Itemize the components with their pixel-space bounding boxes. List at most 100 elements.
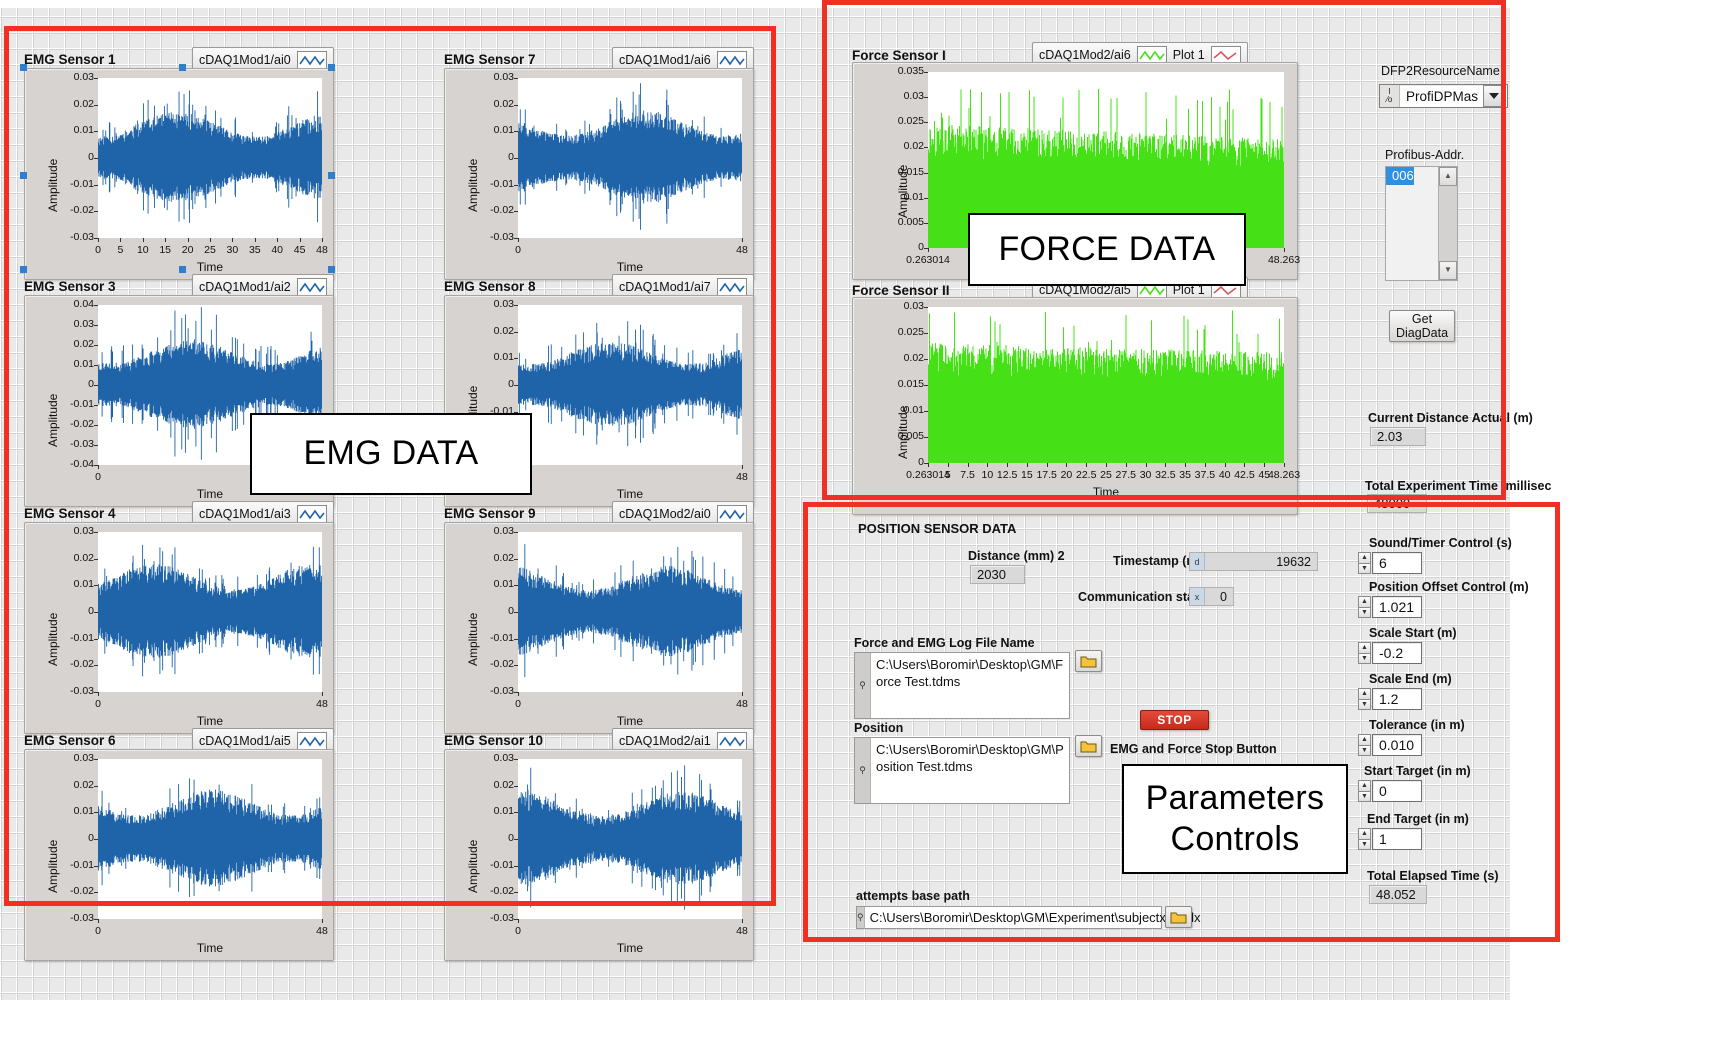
y-tick-label: 0.02 <box>493 551 514 564</box>
y-tick-label: -0.03 <box>70 231 94 243</box>
spin-up-icon[interactable]: ▲ <box>1358 552 1371 563</box>
plot-style-icon[interactable] <box>296 50 327 70</box>
x-tick-label: 25 <box>204 244 216 256</box>
plot-style-icon[interactable] <box>716 731 747 751</box>
position-file-path[interactable]: ⚲ C:\Users\Boromir\Desktop\GM\Position T… <box>854 737 1070 804</box>
force-log-file-value[interactable]: C:\Users\Boromir\Desktop\GM\Force Test.t… <box>871 653 1069 718</box>
y-tick-label: 0.03 <box>73 525 94 537</box>
get-diagdata-button[interactable]: Get DiagData <box>1389 310 1455 342</box>
spin-up-icon[interactable]: ▲ <box>1358 780 1371 791</box>
param-input-4[interactable]: 0.010 <box>1372 734 1422 756</box>
param-spinner-4[interactable]: ▲ ▼ <box>1358 734 1371 756</box>
browse-position-file-icon[interactable] <box>1075 735 1102 757</box>
selection-handle[interactable] <box>20 172 27 179</box>
spin-up-icon[interactable]: ▲ <box>1358 734 1371 745</box>
spin-down-icon[interactable]: ▼ <box>1358 744 1371 756</box>
browse-force-log-icon[interactable] <box>1075 650 1102 672</box>
param-spinner-0[interactable]: ▲ ▼ <box>1358 552 1371 574</box>
position-file-value[interactable]: C:\Users\Boromir\Desktop\GM\Position Tes… <box>871 738 1069 803</box>
communication-status-value: 0 <box>1220 589 1227 604</box>
spin-up-icon[interactable]: ▲ <box>1358 828 1371 839</box>
plot-style-icon[interactable] <box>716 277 747 297</box>
stop-button[interactable]: STOP <box>1140 710 1209 730</box>
param-input-6[interactable]: 1 <box>1372 828 1422 850</box>
spin-down-icon[interactable]: ▼ <box>1358 838 1371 850</box>
param-input-0[interactable]: 6 <box>1372 552 1422 574</box>
selection-handle[interactable] <box>328 172 335 179</box>
x-tick-label: 48.263 <box>1267 254 1301 266</box>
plot-area[interactable] <box>98 532 322 692</box>
y-tick-label: 0.01 <box>493 124 514 137</box>
spin-down-icon[interactable]: ▼ <box>1358 562 1371 574</box>
spin-down-icon[interactable]: ▼ <box>1358 652 1371 664</box>
param-input-2[interactable]: -0.2 <box>1372 642 1422 664</box>
param-label-4: Tolerance (in m) <box>1369 718 1465 732</box>
x-tick-mark <box>1046 463 1048 467</box>
plot-area[interactable] <box>928 307 1284 463</box>
param-spinner-3[interactable]: ▲ ▼ <box>1358 688 1371 710</box>
plot-area[interactable] <box>518 532 742 692</box>
graph-title: EMG Sensor 10 <box>444 733 544 748</box>
param-input-5[interactable]: 0 <box>1372 780 1422 802</box>
plot-style-icon[interactable] <box>296 504 327 524</box>
y-tick-label: 0.03 <box>493 525 514 537</box>
browse-attempts-path-icon[interactable] <box>1165 906 1192 928</box>
dfp2-resource-name-combo[interactable]: I ⁄o ProfiDPMas <box>1379 84 1508 108</box>
x-tick-label: 17.5 <box>1036 469 1057 481</box>
spin-down-icon[interactable]: ▼ <box>1358 606 1371 618</box>
y-tick-label: -0.01 <box>70 858 94 871</box>
y-tick-label: 0.03 <box>73 752 94 764</box>
listbox-scrollbar[interactable]: ▲ ▼ <box>1438 167 1457 280</box>
attempts-base-path-value[interactable]: C:\Users\Boromir\Desktop\GM\Experiment\s… <box>865 910 1201 925</box>
scroll-down-icon[interactable]: ▼ <box>1439 261 1457 280</box>
param-spinner-2[interactable]: ▲ ▼ <box>1358 642 1371 664</box>
plot-area[interactable] <box>98 759 322 919</box>
plot-area[interactable] <box>518 305 742 465</box>
plot-style-icon[interactable] <box>716 50 747 70</box>
y-tick-mark <box>514 131 518 133</box>
attempts-base-path-input[interactable]: ⚲ C:\Users\Boromir\Desktop\GM\Experiment… <box>856 906 1200 929</box>
selection-handle[interactable] <box>328 64 335 71</box>
x-axis-label: Time <box>196 714 224 728</box>
distance-label: Distance (mm) 2 <box>968 549 1065 563</box>
chevron-down-icon[interactable] <box>1483 85 1505 107</box>
x-tick-mark <box>518 692 519 696</box>
selection-handle[interactable] <box>20 64 27 71</box>
x-tick-mark <box>967 463 969 467</box>
plot-area[interactable] <box>518 759 742 919</box>
param-input-3[interactable]: 1.2 <box>1372 688 1422 710</box>
x-tick-mark <box>232 238 234 242</box>
y-tick-mark <box>514 865 518 867</box>
data-type-icon: d <box>1190 553 1205 570</box>
force-log-file-path[interactable]: ⚲ C:\Users\Boromir\Desktop\GM\Force Test… <box>854 652 1070 719</box>
plot-area[interactable] <box>518 78 742 238</box>
spin-down-icon[interactable]: ▼ <box>1358 698 1371 710</box>
plot-style-icon[interactable] <box>296 277 327 297</box>
graph-title: Force Sensor II <box>852 283 950 298</box>
profibus-addr-listbox[interactable]: 006 ▲ ▼ <box>1385 166 1458 281</box>
param-spinner-1[interactable]: ▲ ▼ <box>1358 596 1371 618</box>
spin-up-icon[interactable]: ▲ <box>1358 688 1371 699</box>
listbox-selected-row[interactable]: 006 <box>1386 167 1414 185</box>
x-tick-mark <box>299 238 301 242</box>
scroll-up-icon[interactable]: ▲ <box>1439 167 1457 186</box>
plot-style-icon[interactable] <box>296 731 327 751</box>
listbox-items[interactable]: 006 <box>1386 167 1438 280</box>
plot-name-label: Plot 1 <box>1172 48 1205 62</box>
selection-handle[interactable] <box>328 266 335 273</box>
plot-area[interactable] <box>98 78 322 238</box>
plot-style-icon[interactable] <box>716 504 747 524</box>
x-tick-mark <box>518 919 519 923</box>
spin-up-icon[interactable]: ▲ <box>1358 596 1371 607</box>
spin-up-icon[interactable]: ▲ <box>1358 642 1371 653</box>
selection-handle[interactable] <box>20 266 27 273</box>
param-spinner-6[interactable]: ▲ ▼ <box>1358 828 1371 850</box>
spin-down-icon[interactable]: ▼ <box>1358 790 1371 802</box>
y-tick-mark <box>514 184 518 186</box>
x-tick-label: 12.5 <box>996 469 1018 481</box>
selection-handle[interactable] <box>179 64 186 71</box>
param-input-1[interactable]: 1.021 <box>1372 596 1422 618</box>
x-tick-mark <box>98 692 99 696</box>
selection-handle[interactable] <box>179 266 186 273</box>
param-spinner-5[interactable]: ▲ ▼ <box>1358 780 1371 802</box>
